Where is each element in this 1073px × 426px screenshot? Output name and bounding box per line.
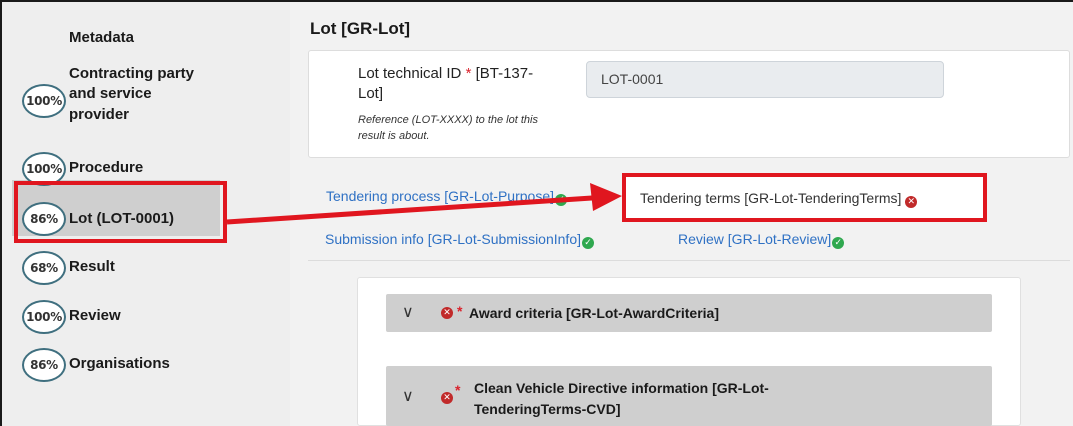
sidebar-item-label: Procedure [69,159,144,176]
lot-technical-id-label: Lot technical ID * [BT-137- Lot] [358,64,568,104]
field-label-text: Lot technical ID [358,65,462,82]
sidebar-item-organisations[interactable]: 86% Organisations [0,348,288,382]
tab-label: Tendering terms [GR-Lot-TenderingTerms] [640,190,902,206]
section-title-line2: TenderingTerms-CVD] [474,401,621,417]
highlight-box-sidebar-lot [14,181,227,243]
chevron-down-icon[interactable]: ∨ [402,386,414,405]
hint-line2: result is about. [358,130,430,142]
sidebar-item-label: Result [69,258,115,275]
check-circle-icon: ✓ [555,194,567,206]
sidebar-item-result[interactable]: 68% Result [0,251,288,285]
sidebar-item-label-line3: provider [69,106,130,123]
lot-technical-id-input[interactable]: LOT-0001 [586,61,944,98]
section-clean-vehicle-directive[interactable]: ∨ ✕ * Clean Vehicle Directive informatio… [386,366,992,426]
tab-label: Review [GR-Lot-Review] [678,231,832,247]
field-label-code-end: Lot] [358,85,384,102]
tab-label: Tendering process [GR-Lot-Purpose] [326,188,554,204]
section-title-line1: Clean Vehicle Directive information [GR-… [474,380,769,396]
sidebar-item-metadata[interactable]: Metadata [0,26,288,50]
progress-badge: 100% [22,84,66,118]
sidebar-item-contracting-party[interactable]: 100% Contracting party and service provi… [0,64,288,138]
tabs-divider [308,260,1070,261]
sidebar-item-label: Organisations [69,355,170,372]
section-award-criteria[interactable]: ∨ ✕ * Award criteria [GR-Lot-AwardCriter… [386,294,992,332]
tab-tendering-process[interactable]: Tendering process [GR-Lot-Purpose] ✓ [326,188,567,206]
sidebar-item-label-line2: and service [69,85,152,102]
progress-badge: 100% [22,300,66,334]
sidebar-item-label-line1: Contracting party [69,65,195,82]
required-marker: * [457,303,463,319]
section-title: Award criteria [GR-Lot-AwardCriteria] [469,305,719,321]
lot-technical-id-hint: Reference (LOT-XXXX) to the lot this res… [358,112,578,144]
tab-review[interactable]: Review [GR-Lot-Review] ✓ [678,231,845,249]
sidebar-item-label: Review [69,307,121,324]
hint-line1: Reference (LOT-XXXX) to the lot this [358,114,538,126]
times-circle-icon: ✕ [441,307,453,319]
sidebar-item-label: Metadata [69,29,135,46]
tab-submission-info[interactable]: Submission info [GR-Lot-SubmissionInfo] ✓ [325,231,594,249]
required-marker: * [455,382,461,398]
tab-label: Submission info [GR-Lot-SubmissionInfo] [325,231,581,247]
tab-tendering-terms-label[interactable]: Tendering terms [GR-Lot-TenderingTerms] … [640,190,918,208]
chevron-down-icon[interactable]: ∨ [402,302,414,321]
required-marker: * [465,65,472,82]
check-circle-icon: ✓ [832,237,845,249]
progress-badge: 68% [22,251,66,285]
field-label-code: [BT-137- [475,65,534,82]
times-circle-icon: ✕ [441,392,453,404]
progress-badge: 86% [22,348,66,382]
sidebar-item-review[interactable]: 100% Review [0,300,288,334]
times-circle-icon: ✕ [905,196,918,208]
page-title: Lot [GR-Lot] [310,19,411,38]
check-circle-icon: ✓ [582,237,594,249]
